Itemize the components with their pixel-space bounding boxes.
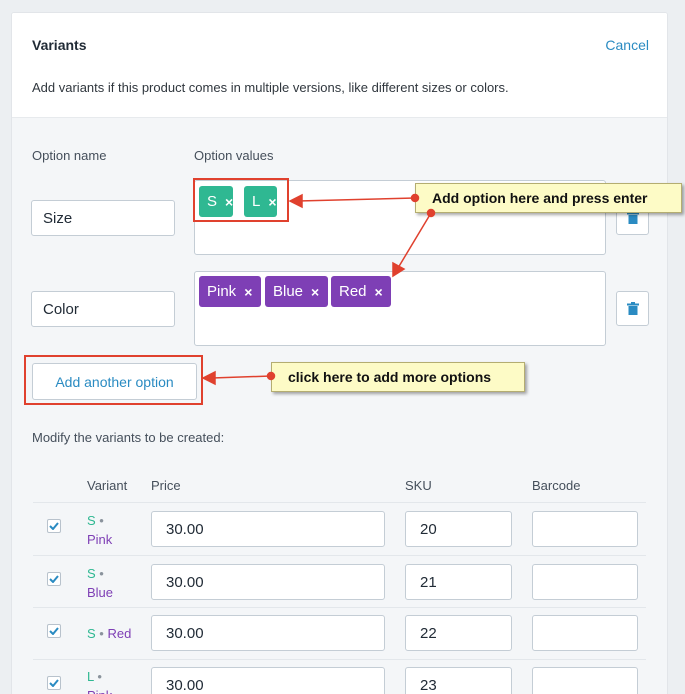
variant-name: S • Blue — [87, 564, 113, 602]
price-input[interactable]: 30.00 — [151, 564, 385, 600]
variant-size: S — [87, 566, 96, 581]
price-input[interactable]: 30.00 — [151, 511, 385, 547]
divider — [33, 607, 646, 608]
sku-input[interactable]: 21 — [405, 564, 512, 600]
variant-name: S • Red — [87, 624, 131, 643]
variant-size: S — [87, 626, 96, 641]
divider — [33, 659, 646, 660]
column-header-sku: SKU — [405, 478, 432, 493]
arrow-dot — [410, 193, 420, 203]
price-input[interactable]: 30.00 — [151, 615, 385, 651]
separator-dot: • — [99, 513, 104, 528]
barcode-input[interactable] — [532, 564, 638, 600]
arrow-dot — [426, 208, 436, 218]
divider — [33, 502, 646, 503]
price-input[interactable]: 30.00 — [151, 667, 385, 694]
sku-input[interactable]: 23 — [405, 667, 512, 694]
variant-size: L — [87, 669, 94, 684]
checkmark-icon — [49, 522, 59, 530]
variant-color: Pink — [87, 532, 113, 547]
variant-name: S • Pink — [87, 511, 112, 549]
separator-dot: • — [97, 669, 102, 684]
arrow-to-color-tags — [397, 212, 432, 269]
column-header-price: Price — [151, 478, 181, 493]
divider — [33, 555, 646, 556]
variant-checkbox[interactable] — [47, 519, 61, 533]
variant-color: Blue — [87, 585, 114, 600]
sku-input[interactable]: 22 — [405, 615, 512, 651]
variant-checkbox[interactable] — [47, 676, 61, 690]
variant-color: Pink — [87, 688, 112, 694]
barcode-input[interactable] — [532, 615, 638, 651]
variants-heading: Modify the variants to be created: — [32, 430, 225, 445]
column-header-variant: Variant — [87, 478, 128, 493]
arrow-dot — [266, 371, 276, 381]
arrow-to-size-tags — [297, 197, 416, 202]
variant-size: S — [87, 513, 96, 528]
separator-dot: • — [99, 566, 104, 581]
checkmark-icon — [49, 679, 59, 687]
variant-name: L • Pink — [87, 667, 112, 694]
variant-checkbox[interactable] — [47, 624, 61, 638]
arrow-head — [392, 261, 406, 278]
column-header-barcode: Barcode — [532, 478, 581, 493]
separator-dot: • — [99, 626, 104, 641]
arrow-to-add-button — [211, 375, 272, 379]
arrow-head — [201, 370, 216, 386]
barcode-input[interactable] — [532, 667, 638, 694]
barcode-input[interactable] — [532, 511, 638, 547]
variant-checkbox[interactable] — [47, 572, 61, 586]
checkmark-icon — [49, 575, 59, 583]
checkmark-icon — [49, 627, 59, 635]
arrow-head — [288, 193, 303, 209]
variant-color: Red — [107, 626, 132, 641]
sku-input[interactable]: 20 — [405, 511, 512, 547]
